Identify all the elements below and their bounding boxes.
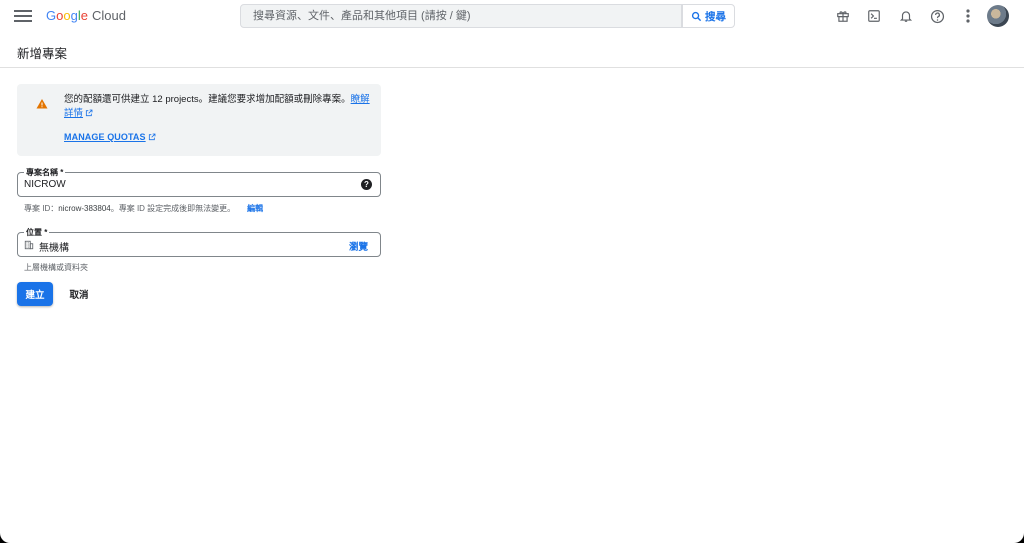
warning-icon [36,99,48,109]
building-icon [24,240,34,250]
quota-warning: 您的配額還可供建立 12 projects。建議您要求增加配額或刪除專案。瞭解詳… [17,84,381,156]
more-vert-icon[interactable] [960,8,976,24]
project-id-prefix: 專案 ID： [24,204,59,213]
bell-icon[interactable] [898,8,914,24]
help-circle-icon[interactable] [929,8,945,24]
logo-cloud-text: Cloud [91,8,126,23]
search-icon [691,11,702,21]
app-window: GoogleCloud 搜尋 新增專案 您的配 [0,0,1024,543]
search-input[interactable] [241,5,681,27]
location-label: 位置 * [24,227,50,238]
external-link-icon [85,109,93,117]
location-value: 無機構 [39,243,69,254]
search-box [240,4,682,28]
project-id-hint: 專案 ID：nicrow-383804。專案 ID 設定完成後即無法變更。 編輯 [24,203,263,214]
gift-icon[interactable] [835,8,851,24]
manage-quotas-label: MANAGE QUOTAS [64,132,146,142]
project-id-suffix: 。專案 ID 設定完成後即無法變更。 [110,204,236,213]
manage-quotas-link[interactable]: MANAGE QUOTAS [64,132,156,142]
location-hint: 上層機構或資料夾 [24,263,88,272]
cancel-button[interactable]: 取消 [62,282,96,306]
avatar[interactable] [987,5,1009,27]
warning-text-block: 您的配額還可供建立 12 projects。建議您要求增加配額或刪除專案。瞭解詳… [64,93,370,121]
search-button[interactable]: 搜尋 [682,4,735,28]
terminal-icon[interactable] [866,8,882,24]
create-button[interactable]: 建立 [17,282,53,306]
warning-text: 您的配額還可供建立 12 projects。建議您要求增加配額或刪除專案。 [64,94,351,105]
edit-project-id-button[interactable]: 編輯 [247,204,263,213]
project-name-label: 專案名稱 * [24,167,66,178]
logo-google-text: Google [46,8,88,23]
page-title: 新增專案 [17,47,68,61]
project-name-field[interactable]: 專案名稱 * NICROW ? [17,167,381,197]
project-id-value: nicrow-383804 [58,204,111,213]
browse-button[interactable]: 瀏覽 [349,239,368,253]
google-cloud-logo[interactable]: Google Cloud [46,8,126,23]
top-bar: Google Cloud 搜尋 [0,0,1024,33]
location-field[interactable]: 位置 * 無機構 瀏覽 [17,227,381,257]
external-link-icon [148,133,156,141]
page-header: 新增專案 [0,33,1024,68]
help-icon[interactable]: ? [361,179,372,190]
menu-icon[interactable] [14,8,32,24]
project-name-value[interactable]: NICROW [24,179,66,190]
search-button-label: 搜尋 [705,10,726,23]
